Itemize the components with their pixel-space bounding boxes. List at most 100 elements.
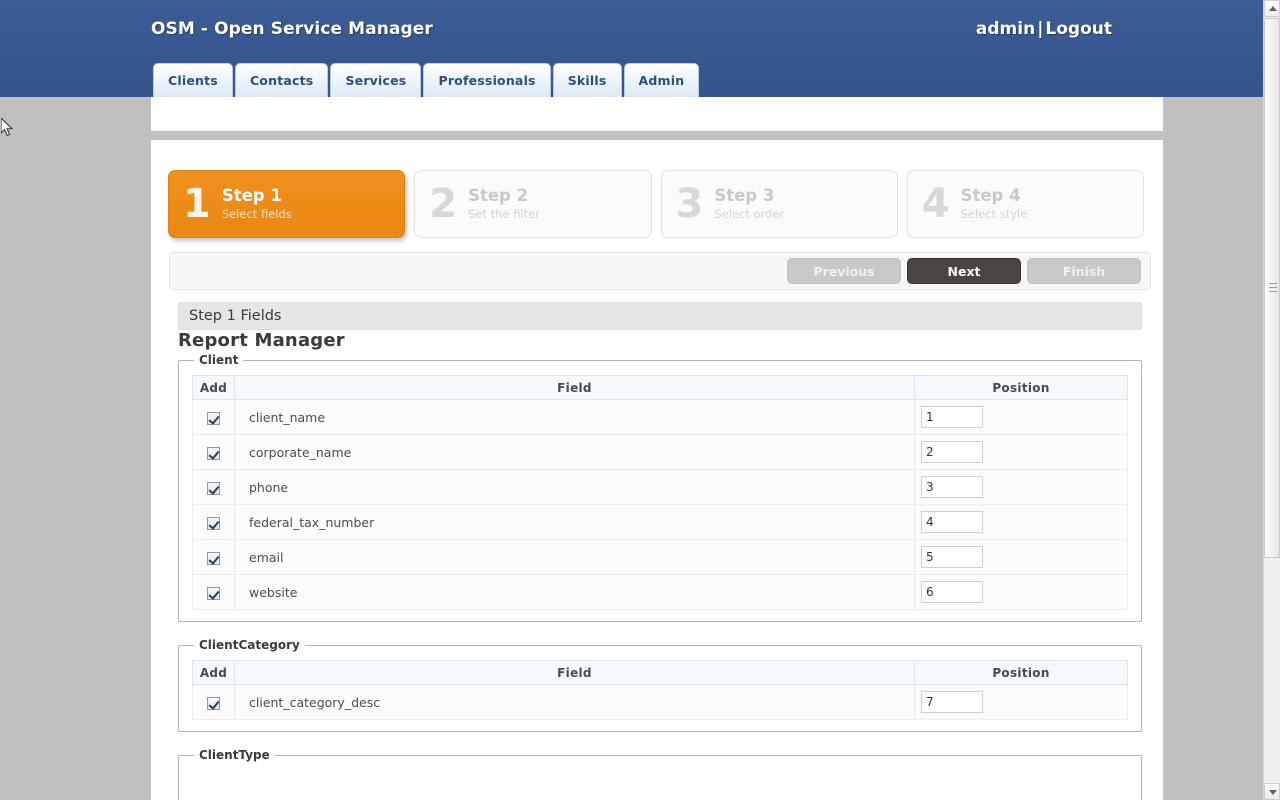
add-cell	[192, 504, 235, 540]
position-input[interactable]	[921, 511, 983, 533]
tab-professionals[interactable]: Professionals	[423, 63, 551, 97]
checkbox-checked-icon[interactable]	[207, 551, 220, 565]
field-name-cell: email	[234, 539, 915, 575]
add-cell	[192, 399, 235, 435]
mouse-cursor	[1, 118, 14, 137]
wizard-step-subtitle: Select order	[714, 206, 785, 221]
add-cell	[192, 574, 235, 610]
position-input[interactable]	[921, 546, 983, 568]
wizard-step-subtitle: Select style	[960, 206, 1028, 221]
position-cell	[914, 684, 1128, 720]
position-cell	[914, 574, 1128, 610]
main-content-panel: 1 Step 1 Select fields 2 Step 2 Set the filte…	[151, 140, 1163, 800]
position-cell	[914, 399, 1128, 435]
position-input[interactable]	[921, 581, 983, 603]
checkbox-checked-icon[interactable]	[207, 516, 220, 530]
field-name-cell: client_name	[234, 399, 915, 435]
position-input[interactable]	[921, 441, 983, 463]
step-fields-header: Step 1 Fields	[178, 302, 1142, 330]
wizard-step-4[interactable]: 4 Step 4 Select style	[906, 170, 1144, 238]
empty-group-body	[192, 770, 1128, 798]
username-label: admin	[975, 19, 1036, 39]
field-group-legend: Client	[199, 353, 239, 367]
position-cell	[914, 504, 1128, 540]
wizard-step-2[interactable]: 2 Step 2 Set the filter	[414, 170, 652, 238]
finish-button[interactable]: Finish	[1027, 258, 1141, 284]
wizard-step-subtitle: Select fields	[221, 206, 292, 221]
column-header-position: Position	[914, 375, 1128, 400]
main-navigation: Clients Contacts Services Professionals Skil…	[153, 63, 700, 97]
table-row: client_category_desc	[192, 684, 1128, 720]
user-separator: |	[1037, 19, 1044, 39]
vertical-scrollbar[interactable]	[1263, 0, 1280, 800]
field-name-cell: website	[234, 574, 915, 610]
scrollbar-thumb[interactable]	[1264, 18, 1280, 558]
field-groups: ClientAddFieldPositionclient_namecorpora…	[178, 353, 1142, 800]
table-row: corporate_name	[192, 434, 1128, 470]
tab-contacts[interactable]: Contacts	[234, 63, 329, 97]
browser-viewport: OSM - Open Service Manager admin | Logout …	[0, 0, 1263, 800]
field-group: ClientCategory Add Field Position client_cat…	[178, 638, 1142, 732]
wizard-step-number: 2	[429, 181, 458, 227]
nav-tab-label: Services	[345, 73, 407, 88]
user-session-box: admin | Logout	[976, 19, 1112, 39]
position-input[interactable]	[921, 691, 983, 713]
wizard-step-number: 1	[183, 181, 211, 227]
previous-button[interactable]: Previous	[787, 258, 901, 284]
field-group: Client AddFieldPositionclient_namecorpora…	[178, 353, 1142, 622]
column-header-add: Add	[192, 660, 235, 685]
wizard-step-1[interactable]: 1 Step 1 Select fields	[168, 170, 406, 238]
add-cell	[192, 469, 235, 505]
add-cell	[192, 539, 235, 575]
position-cell	[914, 434, 1128, 470]
table-header-row: Add Field Position	[192, 660, 1128, 685]
field-group-legend: ClientType	[199, 748, 270, 762]
table-header-row: Add Field Position	[192, 375, 1128, 400]
field-group-legend: ClientCategory	[199, 638, 300, 652]
nav-tab-label: Admin	[638, 73, 685, 88]
wizard-step-text: Step 4 Select style	[960, 186, 1028, 222]
field-name-cell: federal_tax_number	[234, 504, 915, 540]
scroll-down-arrow-icon	[1269, 790, 1277, 795]
field-table: AddFieldPositionclient_namecorporate_nam…	[192, 375, 1128, 610]
tab-clients[interactable]: Clients	[153, 63, 233, 97]
wizard-step-number: 4	[921, 181, 950, 227]
app-title: OSM - Open Service Manager	[151, 19, 433, 39]
wizard-step-text: Step 2 Set the filter	[468, 185, 540, 222]
scroll-down-button[interactable]	[1264, 783, 1280, 800]
column-header-field: Field	[234, 660, 915, 685]
nav-tab-label: Clients	[168, 73, 218, 88]
checkbox-checked-icon[interactable]	[207, 411, 220, 425]
logout-link[interactable]: Logout	[1045, 19, 1112, 39]
position-input[interactable]	[921, 476, 983, 498]
table-row: client_name	[192, 399, 1128, 435]
field-name-cell: corporate_name	[234, 434, 915, 470]
app-banner: OSM - Open Service Manager admin | Logout …	[0, 0, 1263, 97]
column-header-field: Field	[234, 375, 915, 400]
nav-tab-label: Skills	[567, 73, 607, 88]
position-cell	[914, 469, 1128, 505]
table-row: phone	[192, 469, 1128, 505]
page-title: Report Manager	[178, 330, 345, 351]
scroll-up-button[interactable]	[1264, 0, 1280, 17]
field-group: ClientType	[178, 748, 1142, 800]
checkbox-checked-icon[interactable]	[207, 446, 220, 460]
tab-skills[interactable]: Skills	[552, 63, 622, 97]
wizard-step-title: Step 3	[714, 185, 775, 205]
tab-services[interactable]: Services	[330, 63, 422, 97]
checkbox-checked-icon[interactable]	[207, 586, 220, 600]
next-button[interactable]: Next	[907, 258, 1021, 284]
tab-admin[interactable]: Admin	[623, 63, 700, 97]
add-cell	[192, 434, 235, 470]
wizard-step-subtitle: Set the filter	[468, 206, 540, 221]
checkbox-checked-icon[interactable]	[207, 696, 220, 710]
position-input[interactable]	[921, 406, 983, 428]
checkbox-checked-icon[interactable]	[207, 481, 220, 495]
wizard-step-title: Step 1	[221, 185, 282, 205]
scrollbar-grip-icon	[1269, 283, 1277, 293]
wizard-step-3[interactable]: 3 Step 3 Select order	[660, 170, 898, 238]
nav-tab-label: Professionals	[438, 73, 536, 88]
position-cell	[914, 539, 1128, 575]
table-row: federal_tax_number	[192, 504, 1128, 540]
wizard-step-title: Step 2	[468, 185, 529, 205]
